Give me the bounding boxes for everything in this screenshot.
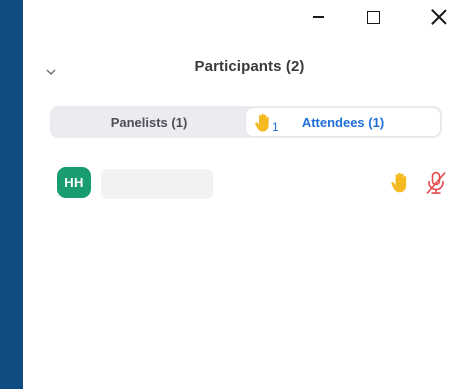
tab-attendees[interactable]: 1 Attendees (1) [246,108,440,136]
raised-hands-indicator: 1 [254,113,279,133]
maximize-button[interactable] [350,2,396,32]
minimize-icon [312,16,324,18]
close-icon [431,9,447,25]
participant-row[interactable]: HH [57,164,452,204]
minimize-button[interactable] [295,2,341,32]
participant-tabs: Panelists (1) 1 Attendees (1) [50,106,442,138]
panel-title: Participants (2) [194,58,305,75]
participant-name [101,169,213,199]
maximize-icon [366,10,380,24]
tab-panelists[interactable]: Panelists (1) [52,108,246,136]
raised-hands-count: 1 [272,120,279,134]
raised-hand-icon [255,113,269,132]
participants-window: Participants (2) Panelists (1) 1 Attende… [23,0,476,389]
close-button[interactable] [416,2,462,32]
tab-panelists-label: Panelists (1) [110,114,188,130]
raised-hand-icon[interactable] [390,172,410,194]
tab-attendees-label: Attendees (1) [301,114,385,130]
avatar: HH [57,167,91,198]
mic-muted-icon[interactable] [424,170,448,196]
